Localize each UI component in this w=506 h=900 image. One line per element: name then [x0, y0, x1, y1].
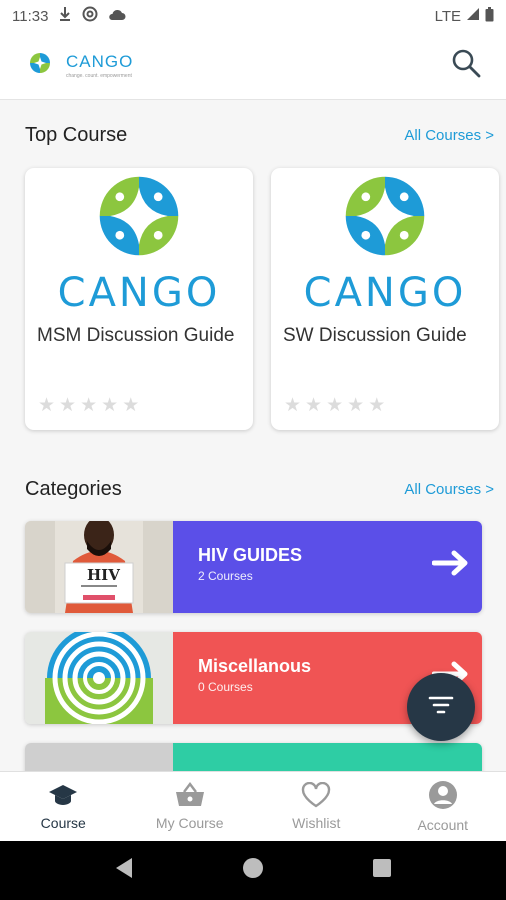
- filter-icon: [428, 695, 454, 720]
- top-course-all-link[interactable]: All Courses >: [404, 127, 494, 144]
- arrow-right-icon: [431, 549, 470, 582]
- account-icon: [428, 780, 458, 813]
- nav-label: My Course: [155, 815, 224, 831]
- course-logo-text: CANGO: [303, 270, 467, 316]
- star-icon: ★: [368, 395, 386, 416]
- star-icon: ★: [59, 395, 77, 416]
- rating-stars: ★ ★ ★ ★ ★: [38, 396, 139, 415]
- course-name: SW Discussion Guide: [283, 325, 467, 346]
- at-sign-icon: [82, 6, 98, 26]
- course-name: MSM Discussion Guide: [37, 325, 235, 346]
- app-bar: CANGO change. count. empowerment: [0, 32, 506, 100]
- basket-icon: [174, 782, 206, 811]
- star-icon: ★: [122, 395, 140, 416]
- star-icon: ★: [38, 395, 56, 416]
- bottom-navigation: Course My Course Wishlist Account: [0, 771, 506, 841]
- search-icon: [451, 48, 481, 83]
- back-icon[interactable]: [114, 857, 134, 884]
- home-icon[interactable]: [242, 857, 264, 884]
- category-thumbnail: [25, 632, 173, 724]
- star-icon: ★: [101, 395, 119, 416]
- network-type: LTE: [434, 7, 461, 25]
- course-card[interactable]: CANGO SW Discussion Guide ★ ★ ★ ★ ★: [271, 168, 499, 430]
- rating-stars: ★ ★ ★ ★ ★: [284, 396, 385, 415]
- status-bar: 11:33 LTE: [0, 0, 506, 32]
- nav-label: Course: [40, 815, 86, 831]
- brand-name: CANGO: [66, 52, 134, 71]
- clock: 11:33: [12, 7, 49, 25]
- battery-icon: [485, 6, 494, 26]
- nav-item-my-course[interactable]: My Course: [127, 772, 254, 841]
- graduation-cap-icon: [48, 782, 78, 811]
- brand-logo[interactable]: CANGO change. count. empowerment: [28, 51, 133, 80]
- nav-label: Wishlist: [292, 815, 341, 831]
- star-icon: ★: [284, 395, 302, 416]
- course-card[interactable]: CANGO MSM Discussion Guide ★ ★ ★ ★ ★: [25, 168, 253, 430]
- system-navigation-bar: [0, 841, 506, 900]
- star-icon: ★: [305, 395, 323, 416]
- download-icon: [58, 6, 72, 26]
- filter-button[interactable]: [407, 673, 475, 741]
- search-button[interactable]: [448, 48, 484, 84]
- nav-item-account[interactable]: Account: [380, 772, 506, 841]
- signal-icon: [466, 7, 480, 25]
- recents-icon[interactable]: [372, 858, 392, 883]
- category-thumb-text: HIV: [87, 566, 120, 584]
- categories-title: Categories: [25, 478, 122, 500]
- cango-logo-icon: [28, 51, 52, 80]
- cango-emblem-icon: [99, 176, 179, 256]
- category-body: HIV GUIDES 2 Courses: [173, 521, 482, 613]
- heart-icon: [301, 781, 331, 811]
- star-icon: ★: [347, 395, 365, 416]
- star-icon: ★: [80, 395, 98, 416]
- cloud-icon: [108, 7, 126, 25]
- nav-item-course[interactable]: Course: [0, 772, 127, 841]
- categories-header: Categories All Courses >: [25, 478, 494, 501]
- nav-label: Account: [417, 817, 469, 833]
- top-course-header: Top Course All Courses >: [25, 124, 494, 147]
- brand-tagline: change. count. empowerment: [66, 73, 132, 79]
- top-course-title: Top Course: [25, 124, 128, 146]
- course-thumbnail: CANGO: [25, 168, 253, 316]
- star-icon: ★: [326, 395, 344, 416]
- category-thumbnail: HIV: [25, 521, 173, 613]
- categories-all-link[interactable]: All Courses >: [404, 481, 494, 498]
- course-thumbnail: CANGO: [271, 168, 499, 316]
- category-card-hiv-guides[interactable]: HIV HIV GUIDES 2 Courses: [25, 521, 482, 613]
- nav-item-wishlist[interactable]: Wishlist: [253, 772, 380, 841]
- course-logo-text: CANGO: [57, 270, 221, 316]
- cango-emblem-icon: [345, 176, 425, 256]
